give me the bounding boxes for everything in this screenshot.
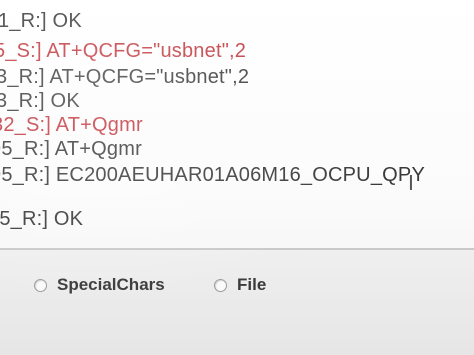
log-line: 95_R:] AT+Qgmr [0,138,142,160]
log-line: 1_R:] OK [0,10,82,32]
log-line: 3_R:] AT+QCFG="usbnet",2 [0,66,250,88]
special-chars-radio[interactable] [34,278,47,292]
text-cursor-icon: I [408,171,414,195]
log-line-sent: 5_S:] AT+QCFG="usbnet",2 [0,40,247,62]
log-line: 95_R:] OK [0,208,84,230]
log-line: 95_R:] EC200AEUHAR01A06M16_OCPU_QPY [0,164,425,186]
file-label: File [237,275,267,294]
file-radio[interactable] [214,278,227,292]
serial-terminal-screen: 1_R:] OK 5_S:] AT+QCFG="usbnet",2 3_R:] … [0,0,474,355]
special-chars-option[interactable]: SpecialChars [34,274,165,296]
special-chars-label: SpecialChars [57,275,165,294]
log-output-panel[interactable]: 1_R:] OK 5_S:] AT+QCFG="usbnet",2 3_R:] … [0,0,474,248]
log-line-sent: 32_S:] AT+Qgmr [0,114,143,136]
file-option[interactable]: File [214,274,266,296]
send-options-panel: SpecialChars File [0,250,474,355]
log-line: 3_R:] OK [0,90,80,112]
